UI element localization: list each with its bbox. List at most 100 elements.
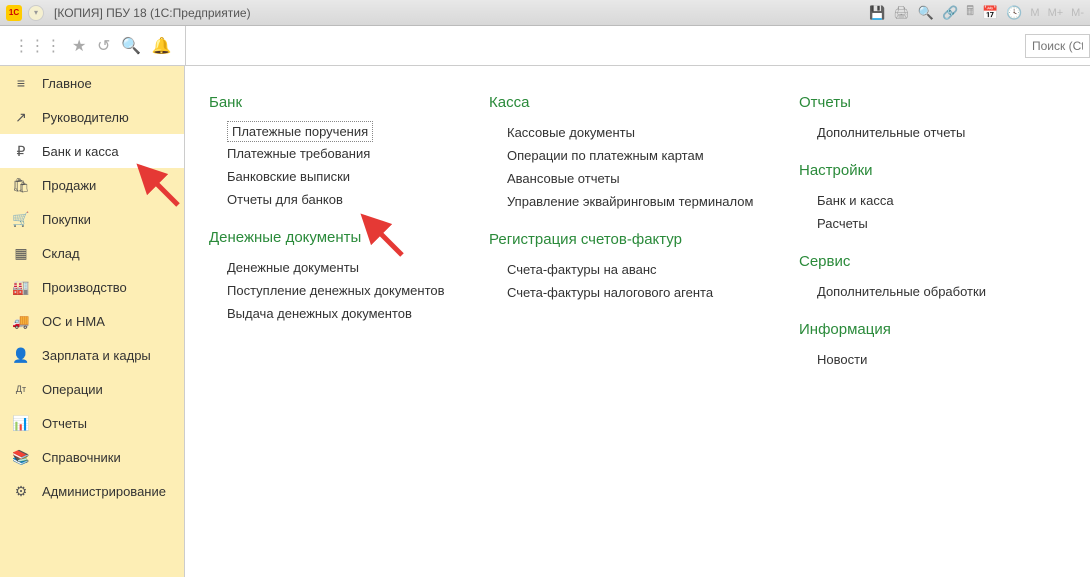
columns: Банк Платежные поручения Платежные требо… [209, 86, 1090, 389]
link-extra-processing[interactable]: Дополнительные обработки [817, 280, 1059, 303]
link-payment-requests[interactable]: Платежные требования [227, 142, 489, 165]
column-3: Отчеты Дополнительные отчеты Настройки Б… [799, 86, 1059, 389]
search-icon[interactable]: 🔍 [121, 36, 141, 56]
calendar-icon[interactable]: 📅 [982, 5, 998, 21]
sidebar-item-label: Производство [42, 280, 127, 295]
section-header-info[interactable]: Информация [799, 321, 1059, 338]
sidebar-item-main[interactable]: ≡ Главное [0, 66, 184, 100]
ruble-icon: ₽ [12, 143, 30, 160]
link-bank-reports[interactable]: Отчеты для банков [227, 188, 489, 211]
sidebar-item-operations[interactable]: ДтОперации [0, 372, 184, 406]
star-icon[interactable]: ★ [72, 36, 86, 56]
section-header-reports[interactable]: Отчеты [799, 94, 1059, 111]
section-links: Дополнительные отчеты [817, 121, 1059, 144]
link-money-docs[interactable]: Денежные документы [227, 256, 489, 279]
sidebar-item-salary[interactable]: 👤Зарплата и кадры [0, 338, 184, 372]
books-icon: 📚 [12, 449, 30, 466]
link-bank-statements[interactable]: Банковские выписки [227, 165, 489, 188]
search-wrap [1025, 34, 1090, 58]
sidebar-item-label: Администрирование [42, 484, 166, 499]
bell-icon[interactable]: 🔔 [152, 36, 172, 56]
clock-icon[interactable]: 🕓 [1006, 5, 1022, 21]
app-logo-icon: 1C [6, 5, 22, 21]
m-minus-button[interactable]: M- [1071, 7, 1084, 19]
sidebar-item-sales[interactable]: 🛍 Продажи [0, 168, 184, 202]
bag-icon: 🛍 [12, 177, 30, 194]
column-2: Касса Кассовые документы Операции по пла… [489, 86, 799, 389]
titlebar: 1C ▾ [КОПИЯ] ПБУ 18 (1С:Предприятие) 💾 🖨… [0, 0, 1090, 26]
menu-icon: ≡ [12, 75, 30, 91]
section-header-bank[interactable]: Банк [209, 94, 489, 111]
bars-icon: 📊 [12, 415, 30, 432]
link-icon[interactable]: 🔗 [942, 5, 958, 21]
section-links: Дополнительные обработки [817, 280, 1059, 303]
sidebar-item-label: Банк и касса [42, 144, 119, 159]
section-header-cash[interactable]: Касса [489, 94, 799, 111]
sidebar-item-label: Справочники [42, 450, 121, 465]
link-cash-docs[interactable]: Кассовые документы [507, 121, 799, 144]
dropdown-icon[interactable]: ▾ [28, 5, 44, 21]
sidebar-item-directories[interactable]: 📚 Справочники [0, 440, 184, 474]
sidebar-item-production[interactable]: 🏭 Производство [0, 270, 184, 304]
section-links: Кассовые документы Операции по платежным… [507, 121, 799, 213]
sidebar-item-bank[interactable]: ₽ Банк и касса [0, 134, 184, 168]
section-header-service[interactable]: Сервис [799, 253, 1059, 270]
gear-icon: ⚙ [12, 483, 30, 500]
link-money-out[interactable]: Выдача денежных документов [227, 302, 489, 325]
sidebar-item-warehouse[interactable]: ▦ Склад [0, 236, 184, 270]
link-payment-orders[interactable]: Платежные поручения [227, 121, 373, 142]
section-links: Счета-фактуры на аванс Счета-фактуры нал… [507, 258, 799, 304]
save-icon[interactable]: 💾 [869, 5, 885, 21]
history-icon[interactable]: ↺ [97, 36, 110, 56]
sidebar-item-label: Руководителю [42, 110, 129, 125]
section-header-invoices[interactable]: Регистрация счетов-фактур [489, 231, 799, 248]
link-news[interactable]: Новости [817, 348, 1059, 371]
sidebar-item-label: ОС и НМА [42, 314, 105, 329]
titlebar-tools: 💾 🖨 🔍 🔗 🖩 📅 🕓 M M+ M- [869, 2, 1084, 24]
person-icon: 👤 [12, 347, 30, 364]
cart-icon: 🛒 [12, 211, 30, 228]
column-1: Банк Платежные поручения Платежные требо… [209, 86, 489, 389]
dt-icon: Дт [12, 384, 30, 394]
m-plus-button[interactable]: M+ [1048, 7, 1064, 19]
link-advance-invoices[interactable]: Счета-фактуры на аванс [507, 258, 799, 281]
section-links: Платежные поручения Платежные требования… [227, 121, 489, 211]
factory-icon: 🏭 [12, 279, 30, 296]
grid-icon: ▦ [12, 245, 30, 262]
sidebar-item-admin[interactable]: ⚙ Администрирование [0, 474, 184, 508]
toolbar: ⋮⋮⋮ ★ ↺ 🔍 🔔 [0, 26, 1090, 66]
link-calculations[interactable]: Расчеты [817, 212, 1059, 235]
sidebar-item-assets[interactable]: 🚚 ОС и НМА [0, 304, 184, 338]
divider [185, 26, 186, 65]
sidebar-item-label: Покупки [42, 212, 91, 227]
link-tax-agent-invoices[interactable]: Счета-фактуры налогового агента [507, 281, 799, 304]
search-icon[interactable]: 🔍 [918, 5, 934, 21]
sidebar-item-label: Склад [42, 246, 80, 261]
link-bank-cash[interactable]: Банк и касса [817, 189, 1059, 212]
layout: ≡ Главное ↗ Руководителю ₽ Банк и касса 🛍 Пр… [0, 66, 1090, 577]
sidebar-item-label: Продажи [42, 178, 96, 193]
truck-icon: 🚚 [12, 313, 30, 330]
sidebar-item-reports[interactable]: 📊 Отчеты [0, 406, 184, 440]
sidebar-item-label: Главное [42, 76, 92, 91]
link-advance-reports[interactable]: Авансовые отчеты [507, 167, 799, 190]
section-header-money-docs[interactable]: Денежные документы [209, 229, 489, 246]
section-links: Новости [817, 348, 1059, 371]
link-money-in[interactable]: Поступление денежных документов [227, 279, 489, 302]
m-button[interactable]: M [1030, 7, 1039, 19]
apps-icon[interactable]: ⋮⋮⋮ [13, 36, 61, 56]
calc-icon[interactable]: 🖩 [966, 2, 974, 24]
link-card-ops[interactable]: Операции по платежным картам [507, 144, 799, 167]
search-input[interactable] [1025, 34, 1090, 58]
window-title: [КОПИЯ] ПБУ 18 (1С:Предприятие) [54, 6, 251, 20]
section-links: Банк и касса Расчеты [817, 189, 1059, 235]
sidebar-item-manager[interactable]: ↗ Руководителю [0, 100, 184, 134]
section-links: Денежные документы Поступление денежных … [227, 256, 489, 325]
sidebar-item-purchases[interactable]: 🛒 Покупки [0, 202, 184, 236]
chart-icon: ↗ [12, 109, 30, 126]
section-header-settings[interactable]: Настройки [799, 162, 1059, 179]
print-icon[interactable]: 🖨 [893, 5, 910, 21]
sidebar-item-label: Отчеты [42, 416, 87, 431]
link-acquiring[interactable]: Управление эквайринговым терминалом [507, 190, 799, 213]
link-extra-reports[interactable]: Дополнительные отчеты [817, 121, 1059, 144]
